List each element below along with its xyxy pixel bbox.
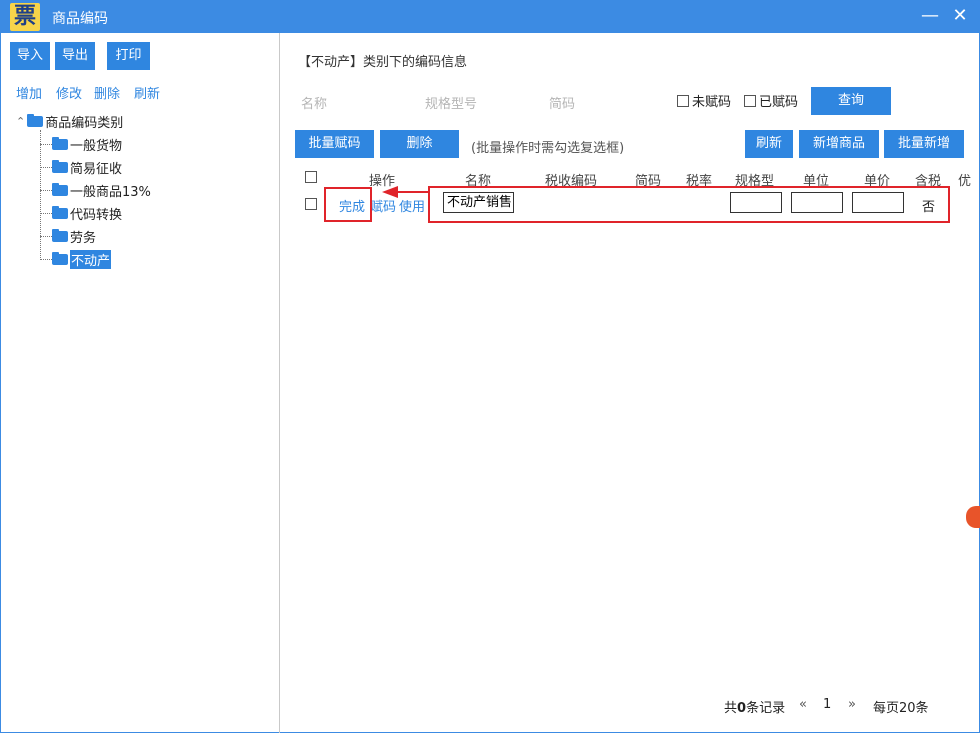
tree-item-general-goods[interactable]: 一般货物 xyxy=(52,135,123,154)
tree-item-label-selected: 不动产 xyxy=(70,249,112,269)
app-logo: 票 xyxy=(10,3,40,31)
folder-icon xyxy=(52,228,68,242)
unassigned-label: 未赋码 xyxy=(692,95,732,110)
select-all-checkbox[interactable] xyxy=(305,171,317,183)
tree-root-label: 商品编码类别 xyxy=(45,115,124,131)
checkbox-icon[interactable] xyxy=(744,95,756,107)
prev-page-button[interactable]: « xyxy=(799,697,807,712)
add-category-link[interactable]: 增加 xyxy=(16,83,42,102)
page-number[interactable]: 1 xyxy=(823,697,831,712)
tree-item-real-estate[interactable]: 不动产 xyxy=(52,249,112,269)
folder-icon xyxy=(52,251,68,265)
tree-item-general-13[interactable]: 一般商品13% xyxy=(52,181,151,200)
batch-assign-button[interactable]: 批量赋码 xyxy=(295,130,374,158)
tree-item-code-convert[interactable]: 代码转换 xyxy=(52,204,123,223)
minimize-icon[interactable]: — xyxy=(918,4,942,28)
tree-connector xyxy=(40,167,52,168)
assigned-checkbox[interactable]: 已赋码 xyxy=(744,91,798,110)
tree-connector xyxy=(40,213,52,214)
annotation-arrow-icon xyxy=(382,186,398,198)
export-button[interactable]: 导出 xyxy=(55,42,95,70)
next-page-button[interactable]: » xyxy=(848,697,856,712)
use-link[interactable]: 使用 xyxy=(399,196,425,215)
spec-filter-input[interactable]: 规格型号 xyxy=(425,93,477,112)
tree-item-label: 劳务 xyxy=(70,230,97,246)
name-filter-input[interactable]: 名称 xyxy=(301,93,327,112)
batch-add-button[interactable]: 批量新增 xyxy=(884,130,964,158)
add-product-button[interactable]: 新增商品 xyxy=(799,130,879,158)
total-prefix: 共 xyxy=(724,701,738,716)
row-checkbox[interactable] xyxy=(305,198,317,210)
assigned-label: 已赋码 xyxy=(759,95,799,110)
tree-item-label: 代码转换 xyxy=(70,207,123,223)
refresh-category-link[interactable]: 刷新 xyxy=(134,83,160,102)
floating-widget-icon[interactable] xyxy=(966,506,980,528)
tree-item-simple-levy[interactable]: 简易征收 xyxy=(52,158,123,177)
tree-connector xyxy=(40,190,52,191)
folder-icon xyxy=(52,159,68,173)
tree-connector xyxy=(40,130,41,260)
left-panel xyxy=(0,33,280,733)
folder-icon xyxy=(27,113,44,127)
tree-connector xyxy=(40,236,52,237)
total-suffix: 条记录 xyxy=(746,701,786,716)
print-button[interactable]: 打印 xyxy=(107,42,150,70)
unassigned-checkbox[interactable]: 未赋码 xyxy=(677,91,731,110)
annotation-arrow-line xyxy=(396,191,430,193)
folder-icon xyxy=(52,182,68,196)
tree-item-label: 一般商品13% xyxy=(70,184,151,200)
delete-category-link[interactable]: 删除 xyxy=(94,83,120,102)
folder-icon xyxy=(52,136,68,150)
done-highlight-box xyxy=(324,187,372,222)
window-title: 商品编码 xyxy=(52,11,108,27)
page-size: 每页20条 xyxy=(873,701,929,716)
tree-connector xyxy=(40,144,52,145)
close-icon[interactable]: ✕ xyxy=(948,4,972,28)
query-button[interactable]: 查询 xyxy=(811,87,891,115)
refresh-button[interactable]: 刷新 xyxy=(745,130,793,158)
batch-hint: (批量操作时需勾选复选框) xyxy=(471,141,625,156)
col-preferential: 优 xyxy=(958,174,972,189)
tree-root[interactable]: ⌃ 商品编码类别 xyxy=(16,112,124,131)
category-header: 【不动产】类别下的编码信息 xyxy=(298,55,468,70)
tree-connector xyxy=(40,259,52,260)
short-code-filter-input[interactable]: 简码 xyxy=(549,93,575,112)
delete-button[interactable]: 删除 xyxy=(380,130,459,158)
tree-item-labor[interactable]: 劳务 xyxy=(52,227,97,246)
edit-category-link[interactable]: 修改 xyxy=(56,83,82,102)
folder-icon xyxy=(52,205,68,219)
tree-item-label: 一般货物 xyxy=(70,138,123,154)
tree-item-label: 简易征收 xyxy=(70,161,123,177)
assign-link[interactable]: 赋码 xyxy=(370,196,396,215)
total-records: 共0条记录 xyxy=(724,697,785,716)
import-button[interactable]: 导入 xyxy=(10,42,50,70)
collapse-toggle-icon[interactable]: ⌃ xyxy=(16,115,25,128)
row-highlight-box xyxy=(428,186,950,223)
total-count: 0 xyxy=(737,701,747,716)
checkbox-icon[interactable] xyxy=(677,95,689,107)
title-bar: 票 商品编码 — ✕ xyxy=(0,0,980,33)
